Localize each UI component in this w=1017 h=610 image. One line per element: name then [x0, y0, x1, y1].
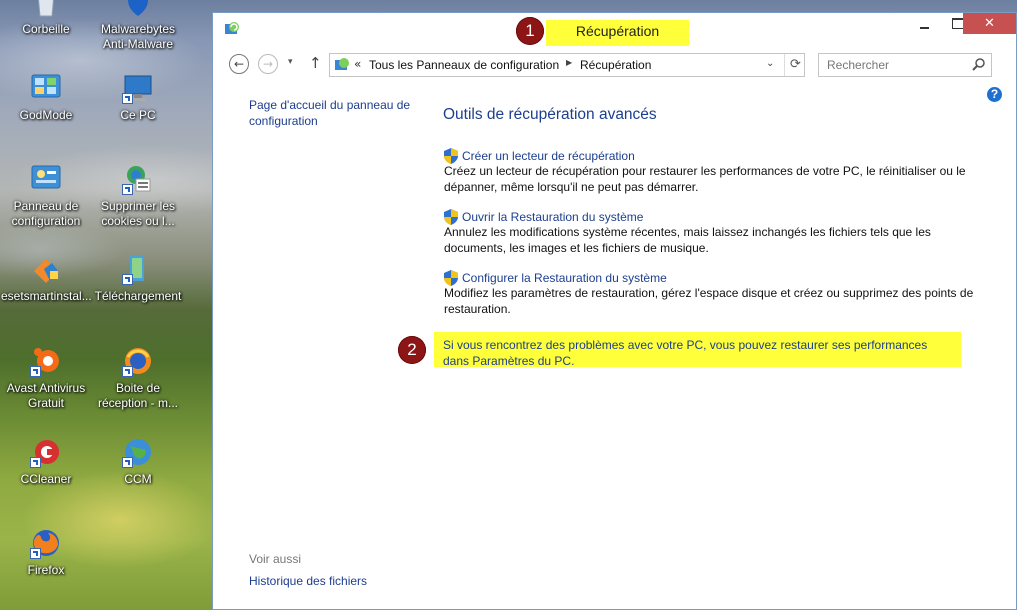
- desktop-icon-label: CCM: [124, 472, 152, 486]
- desktop-icon-label: esetsmartinstal...: [1, 289, 92, 303]
- back-button[interactable]: ←: [229, 54, 249, 74]
- desktop-icon-malwarebytes[interactable]: Malwarebytes Anti-Malware: [93, 0, 183, 52]
- task-description: Annulez les modifications système récent…: [444, 225, 931, 255]
- desktop-icon-label: Corbeille: [22, 22, 70, 36]
- uac-shield-icon: [444, 148, 458, 164]
- close-icon: ✕: [984, 16, 995, 31]
- breadcrumb-separator-icon[interactable]: ▶: [566, 58, 572, 67]
- window-titlebar[interactable]: Récupération 1 ✕: [213, 13, 1016, 46]
- shortcut-arrow-icon: [30, 366, 41, 377]
- configure-system-restore-link[interactable]: Configurer la Restauration du système: [444, 270, 984, 286]
- desktop-icon-firefox[interactable]: Firefox: [1, 527, 91, 578]
- desktop-icon-label: Supprimer les cookies ou l...: [100, 199, 176, 228]
- desktop-icon-label: Ce PC: [120, 108, 156, 122]
- search-box[interactable]: [818, 53, 992, 77]
- desktop-icon-label: CCleaner: [20, 472, 72, 486]
- shortcut-arrow-icon: [122, 93, 133, 104]
- firefox-icon: [30, 527, 62, 559]
- window-title: Récupération: [575, 23, 660, 39]
- desktop-icon-label: Boite de réception - m...: [97, 381, 179, 410]
- desktop-icon-thunderbird[interactable]: Boite de réception - m...: [93, 345, 183, 411]
- desktop-icon-label: GodMode: [19, 108, 73, 122]
- avast-icon: [30, 345, 62, 377]
- control-panel-icon: [30, 163, 62, 195]
- recycle-bin-icon: [30, 0, 62, 18]
- task-link-label[interactable]: Créer un lecteur de récupération: [462, 149, 635, 163]
- up-button[interactable]: ↑: [309, 54, 322, 72]
- desktop-icon-eset-installer[interactable]: esetsmartinstal...: [1, 253, 92, 304]
- annotation-badge-1: 1: [516, 17, 544, 45]
- search-input[interactable]: [819, 54, 977, 76]
- recovery-app-icon: [224, 21, 240, 37]
- task-description: Modifiez les paramètres de restauration,…: [444, 286, 974, 316]
- address-overflow-chevron[interactable]: «: [354, 57, 361, 71]
- eset-installer-icon: [30, 253, 62, 285]
- forward-button[interactable]: →: [258, 54, 278, 74]
- shortcut-arrow-icon: [122, 366, 133, 377]
- godmode-icon: [30, 72, 62, 104]
- uac-shield-icon: [444, 209, 458, 225]
- shortcut-arrow-icon: [122, 457, 133, 468]
- task-open-system-restore: Ouvrir la Restauration du système Annule…: [444, 209, 984, 256]
- help-icon[interactable]: ?: [987, 87, 1002, 102]
- desktop-icon-godmode[interactable]: GodMode: [1, 72, 91, 123]
- delete-cookies-icon: [122, 163, 154, 195]
- address-history-dropdown-icon[interactable]: ⌄: [766, 58, 774, 69]
- task-description: Créez un lecteur de récupération pour re…: [444, 164, 966, 194]
- recent-locations-dropdown-icon[interactable]: ▾: [288, 57, 293, 67]
- task-link-label[interactable]: Ouvrir la Restauration du système: [462, 210, 643, 224]
- shortcut-arrow-icon: [122, 274, 133, 285]
- desktop-icon-recycle-bin[interactable]: Corbeille: [1, 0, 91, 37]
- page-title: Outils de récupération avancés: [443, 106, 657, 123]
- desktop-icon-label: Téléchargement: [94, 289, 182, 303]
- create-recovery-drive-link[interactable]: Créer un lecteur de récupération: [444, 148, 984, 164]
- control-panel-location-icon: [334, 57, 350, 73]
- task-link-label[interactable]: Configurer la Restauration du système: [462, 271, 667, 285]
- desktop-icon-ccleaner[interactable]: CCleaner: [1, 436, 91, 487]
- open-system-restore-link[interactable]: Ouvrir la Restauration du système: [444, 209, 984, 225]
- desktop-icon-control-panel[interactable]: Panneau de configuration: [1, 163, 91, 229]
- task-configure-system-restore: Configurer la Restauration du système Mo…: [444, 270, 984, 317]
- shortcut-arrow-icon: [30, 457, 41, 468]
- malwarebytes-icon: [122, 0, 154, 18]
- shortcut-arrow-icon: [30, 548, 41, 559]
- desktop-icon-delete-cookies[interactable]: Supprimer les cookies ou l...: [93, 163, 183, 229]
- desktop-icon-ccm[interactable]: CCM: [93, 436, 183, 487]
- reset-pc-settings-link[interactable]: Si vous rencontrez des problèmes avec vo…: [443, 338, 953, 369]
- ccleaner-icon: [30, 436, 62, 468]
- minimize-button[interactable]: [908, 13, 942, 34]
- download-icon: [122, 253, 154, 285]
- close-button[interactable]: ✕: [963, 13, 1016, 34]
- breadcrumb-recovery[interactable]: Récupération: [580, 58, 651, 72]
- desktop-icon-this-pc[interactable]: Ce PC: [93, 72, 183, 123]
- uac-shield-icon: [444, 270, 458, 286]
- file-history-link[interactable]: Historique des fichiers: [249, 573, 367, 589]
- desktop-icon-label: Malwarebytes Anti-Malware: [100, 22, 176, 51]
- refresh-button[interactable]: ⟳: [784, 54, 806, 76]
- ccm-icon: [122, 436, 154, 468]
- desktop-icon-label: Avast Antivirus Gratuit: [6, 381, 86, 410]
- recovery-window: Récupération 1 ✕ ← → ▾ ↑ « Tous les Pann…: [212, 12, 1017, 610]
- navigation-bar: ← → ▾ ↑ « Tous les Panneaux de configura…: [213, 49, 1016, 79]
- desktop-icon-download[interactable]: Téléchargement: [93, 253, 183, 304]
- thunderbird-inbox-icon: [122, 345, 154, 377]
- shortcut-arrow-icon: [122, 184, 133, 195]
- breadcrumb-all-control-panel[interactable]: Tous les Panneaux de configuration: [369, 58, 559, 72]
- address-bar[interactable]: « Tous les Panneaux de configuration ▶ R…: [329, 53, 805, 77]
- desktop-icon-label: Firefox: [27, 563, 65, 577]
- task-create-recovery-drive: Créer un lecteur de récupération Créez u…: [444, 148, 984, 195]
- search-icon[interactable]: [971, 57, 987, 73]
- this-pc-icon: [122, 72, 154, 104]
- desktop-icon-label: Panneau de configuration: [11, 199, 81, 228]
- control-panel-home-link[interactable]: Page d'accueil du panneau de configurati…: [249, 97, 424, 129]
- desktop-icon-avast[interactable]: Avast Antivirus Gratuit: [1, 345, 91, 411]
- annotation-badge-2: 2: [398, 336, 426, 364]
- see-also-label: Voir aussi: [249, 552, 302, 566]
- minimize-icon: [920, 27, 929, 29]
